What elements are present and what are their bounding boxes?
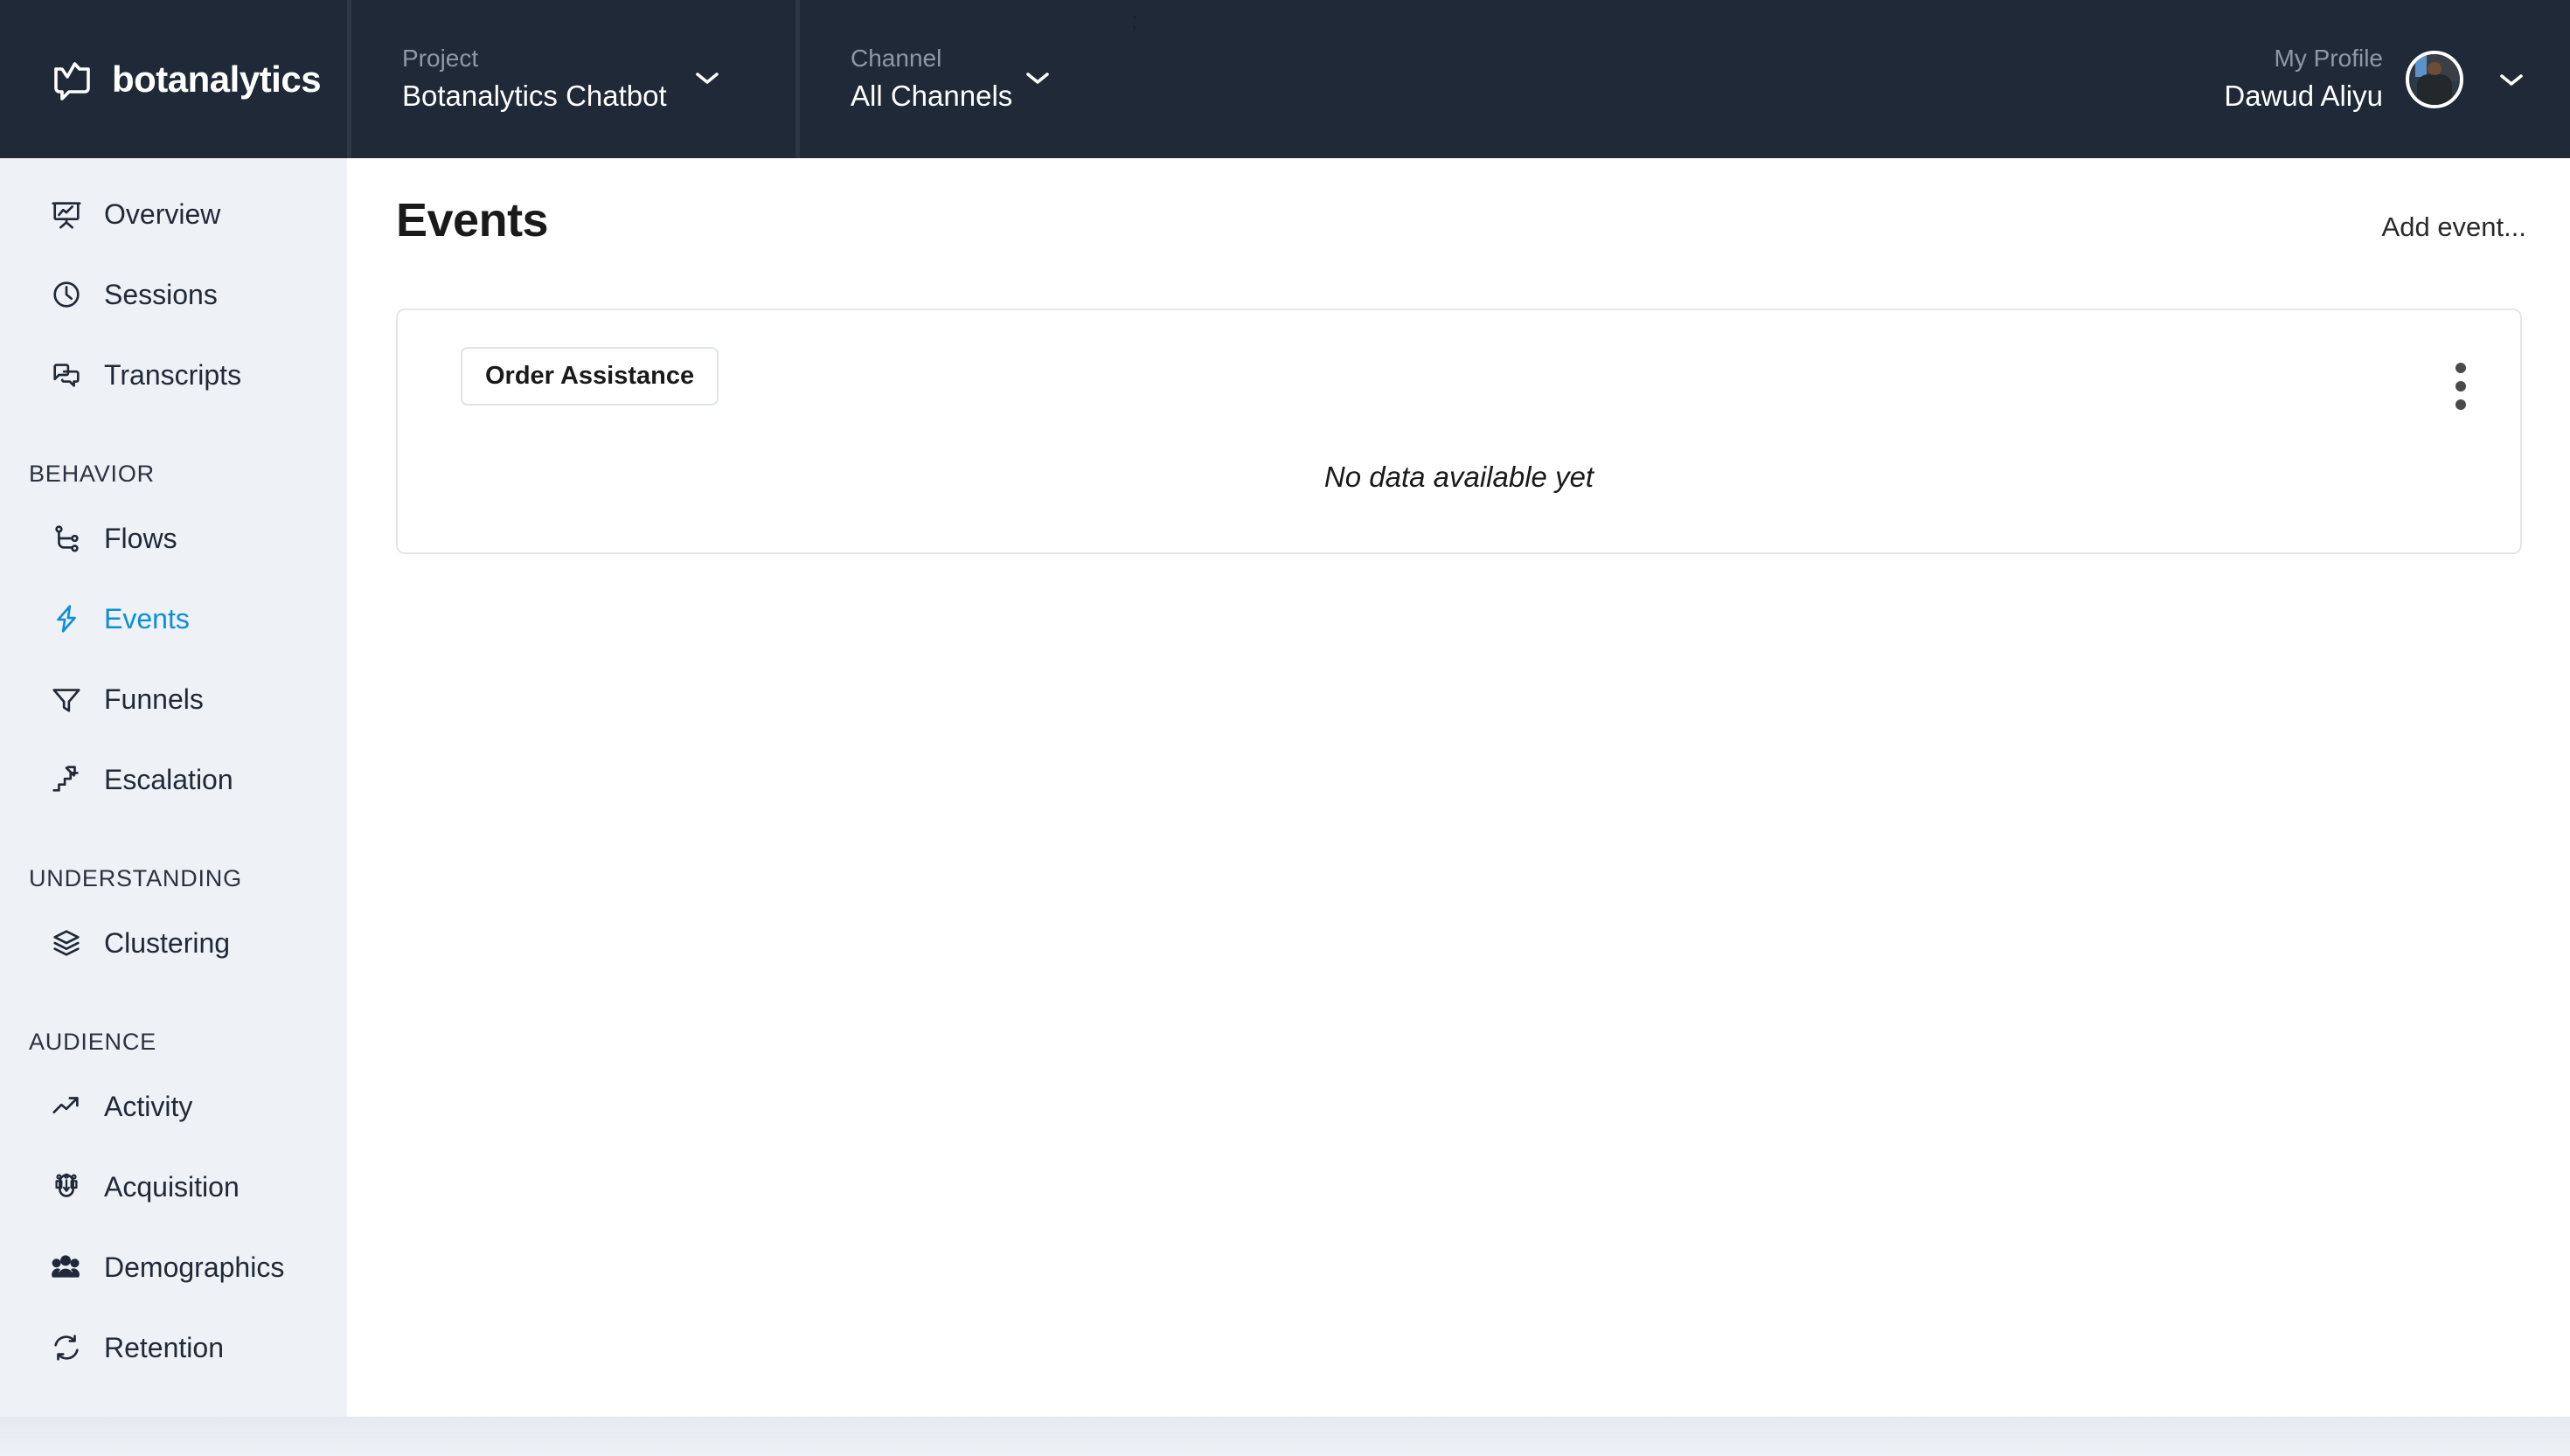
sidebar-item-demographics[interactable]: Demographics (0, 1227, 347, 1307)
trend-arrow-up-icon (49, 1089, 84, 1124)
sidebar-item-retention[interactable]: Retention (0, 1307, 347, 1388)
sidebar-item-clustering[interactable]: Clustering (0, 903, 347, 983)
project-selector[interactable]: Project Botanalytics Chatbot (347, 0, 795, 158)
sidebar-item-label: Flows (104, 522, 177, 554)
kebab-dot (2455, 363, 2466, 373)
presentation-chart-icon (49, 197, 84, 232)
lightning-bolt-icon (49, 601, 84, 636)
brand-name: botanalytics (112, 58, 322, 100)
avatar-body (2417, 73, 2452, 105)
more-vertical-icon[interactable] (2455, 363, 2468, 410)
event-chip-order-assistance[interactable]: Order Assistance (461, 347, 719, 406)
chat-bubbles-icon (49, 357, 84, 392)
chevron-down-icon[interactable] (2498, 72, 2525, 87)
profile-label: My Profile (2274, 45, 2383, 73)
brand-logo-area[interactable]: botanalytics (0, 0, 347, 158)
project-value: Botanalytics Chatbot (402, 80, 667, 113)
funnel-icon (49, 682, 84, 717)
page-title: Events (396, 194, 549, 246)
sidebar-section-understanding: UNDERSTANDING (29, 865, 242, 891)
sidebar-item-label: Demographics (104, 1251, 285, 1283)
chevron-down-icon (694, 70, 720, 86)
avatar[interactable] (2406, 50, 2463, 108)
sidebar-item-funnels[interactable]: Funnels (0, 659, 347, 739)
sidebar-item-sessions[interactable]: Sessions (0, 254, 347, 335)
sidebar-item-events[interactable]: Events (0, 579, 347, 659)
sidebar-navigation: Overview Sessions Transcripts BEHAVIOR F… (0, 158, 347, 1456)
kebab-dot (2455, 399, 2466, 410)
sidebar-item-flows[interactable]: Flows (0, 498, 347, 579)
stairs-arrow-up-icon (49, 762, 84, 797)
add-event-link[interactable]: Add event... (2382, 211, 2526, 243)
magnet-people-icon (49, 1169, 84, 1204)
profile-name: Dawud Aliyu (2224, 80, 2383, 113)
empty-state-message: No data available yet (1323, 461, 1594, 493)
avatar-head (2428, 61, 2442, 75)
page-header: Events Add event... (347, 158, 2570, 289)
header-spacer (1145, 0, 2224, 158)
people-group-icon (49, 1250, 84, 1285)
sidebar-item-label: Retention (104, 1331, 224, 1363)
channel-selector[interactable]: Channel All Channels (795, 0, 1145, 158)
refresh-cycle-icon (49, 1330, 84, 1365)
flow-branch-icon (49, 521, 84, 556)
sidebar-section-audience: AUDIENCE (29, 1029, 156, 1055)
kebab-dot (2455, 381, 2466, 392)
top-header-bar: botanalytics Project Botanalytics Chatbo… (0, 0, 2570, 158)
project-label: Project (402, 45, 479, 73)
sidebar-item-label: Sessions (104, 278, 218, 310)
sidebar-item-label: Transcripts (104, 358, 242, 391)
layers-stack-icon (49, 926, 84, 960)
window-drag-handle[interactable]: ; (1131, 9, 1138, 31)
sidebar-item-overview[interactable]: Overview (0, 174, 347, 254)
sidebar-item-transcripts[interactable]: Transcripts (0, 335, 347, 415)
sidebar-section-behavior: BEHAVIOR (29, 461, 155, 487)
sidebar-item-label: Activity (104, 1090, 193, 1122)
sidebar-item-label: Clustering (104, 926, 231, 959)
sidebar-item-acquisition[interactable]: Acquisition (0, 1147, 347, 1227)
sidebar-item-activity[interactable]: Activity (0, 1066, 347, 1147)
profile-selector[interactable]: My Profile Dawud Aliyu (2224, 0, 2570, 158)
sidebar-item-label: Escalation (104, 763, 233, 795)
chevron-down-icon (1025, 70, 1051, 86)
clock-icon (49, 277, 84, 312)
main-content-area: Events Add event... Order Assistance No … (347, 158, 2570, 1417)
sidebar-item-label: Funnels (104, 683, 204, 715)
sidebar-item-escalation[interactable]: Escalation (0, 739, 347, 820)
sidebar-item-label: Events (104, 602, 190, 634)
sidebar-item-label: Acquisition (104, 1170, 240, 1203)
channel-value: All Channels (851, 80, 1013, 113)
sidebar-item-label: Overview (104, 198, 221, 230)
avatar-bg-sky (2414, 53, 2427, 78)
chat-chart-logo-icon (49, 57, 94, 102)
channel-label: Channel (851, 45, 942, 73)
event-card: Order Assistance No data available yet (396, 309, 2522, 554)
page-bottom-shade (0, 1417, 2570, 1456)
